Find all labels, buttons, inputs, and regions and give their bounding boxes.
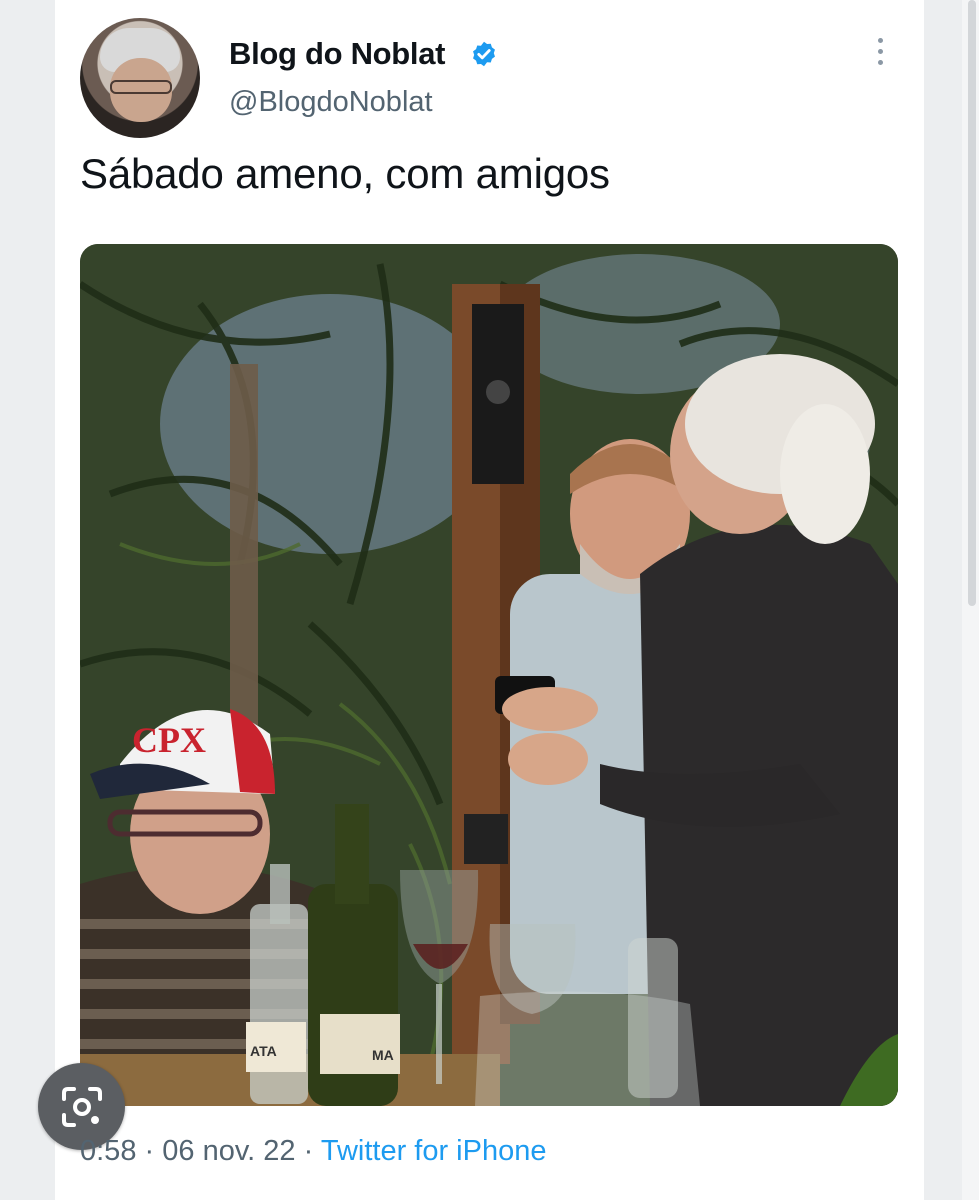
tweet-text: Sábado ameno, com amigos: [80, 150, 610, 197]
avatar-glasses: [110, 80, 172, 94]
bottle-label-right: MA: [372, 1047, 394, 1063]
display-name[interactable]: Blog do Noblat: [229, 36, 446, 72]
bottle-label-left: ATA: [250, 1043, 277, 1059]
more-options-icon[interactable]: [872, 38, 888, 72]
tweet-date[interactable]: 06 nov. 22: [162, 1135, 295, 1167]
tweet-source-link[interactable]: Twitter for iPhone: [321, 1135, 547, 1167]
tweet-meta: 0:58 · 06 nov. 22 · Twitter for iPhone: [80, 1135, 546, 1168]
cap-text: CPX: [132, 720, 206, 760]
verified-badge-icon: [473, 41, 495, 67]
avatar[interactable]: [80, 18, 200, 138]
tweet-photo[interactable]: CPX ATA MA: [80, 244, 898, 1106]
left-background: [0, 0, 55, 1200]
scrollbar-thumb[interactable]: [968, 0, 976, 606]
photo-scene: CPX ATA MA: [80, 244, 898, 1106]
tweet-time[interactable]: 0:58: [80, 1135, 136, 1167]
meta-separator: ·: [303, 1135, 314, 1167]
user-handle[interactable]: @BlogdoNoblat: [229, 86, 433, 119]
meta-separator: ·: [144, 1135, 155, 1167]
